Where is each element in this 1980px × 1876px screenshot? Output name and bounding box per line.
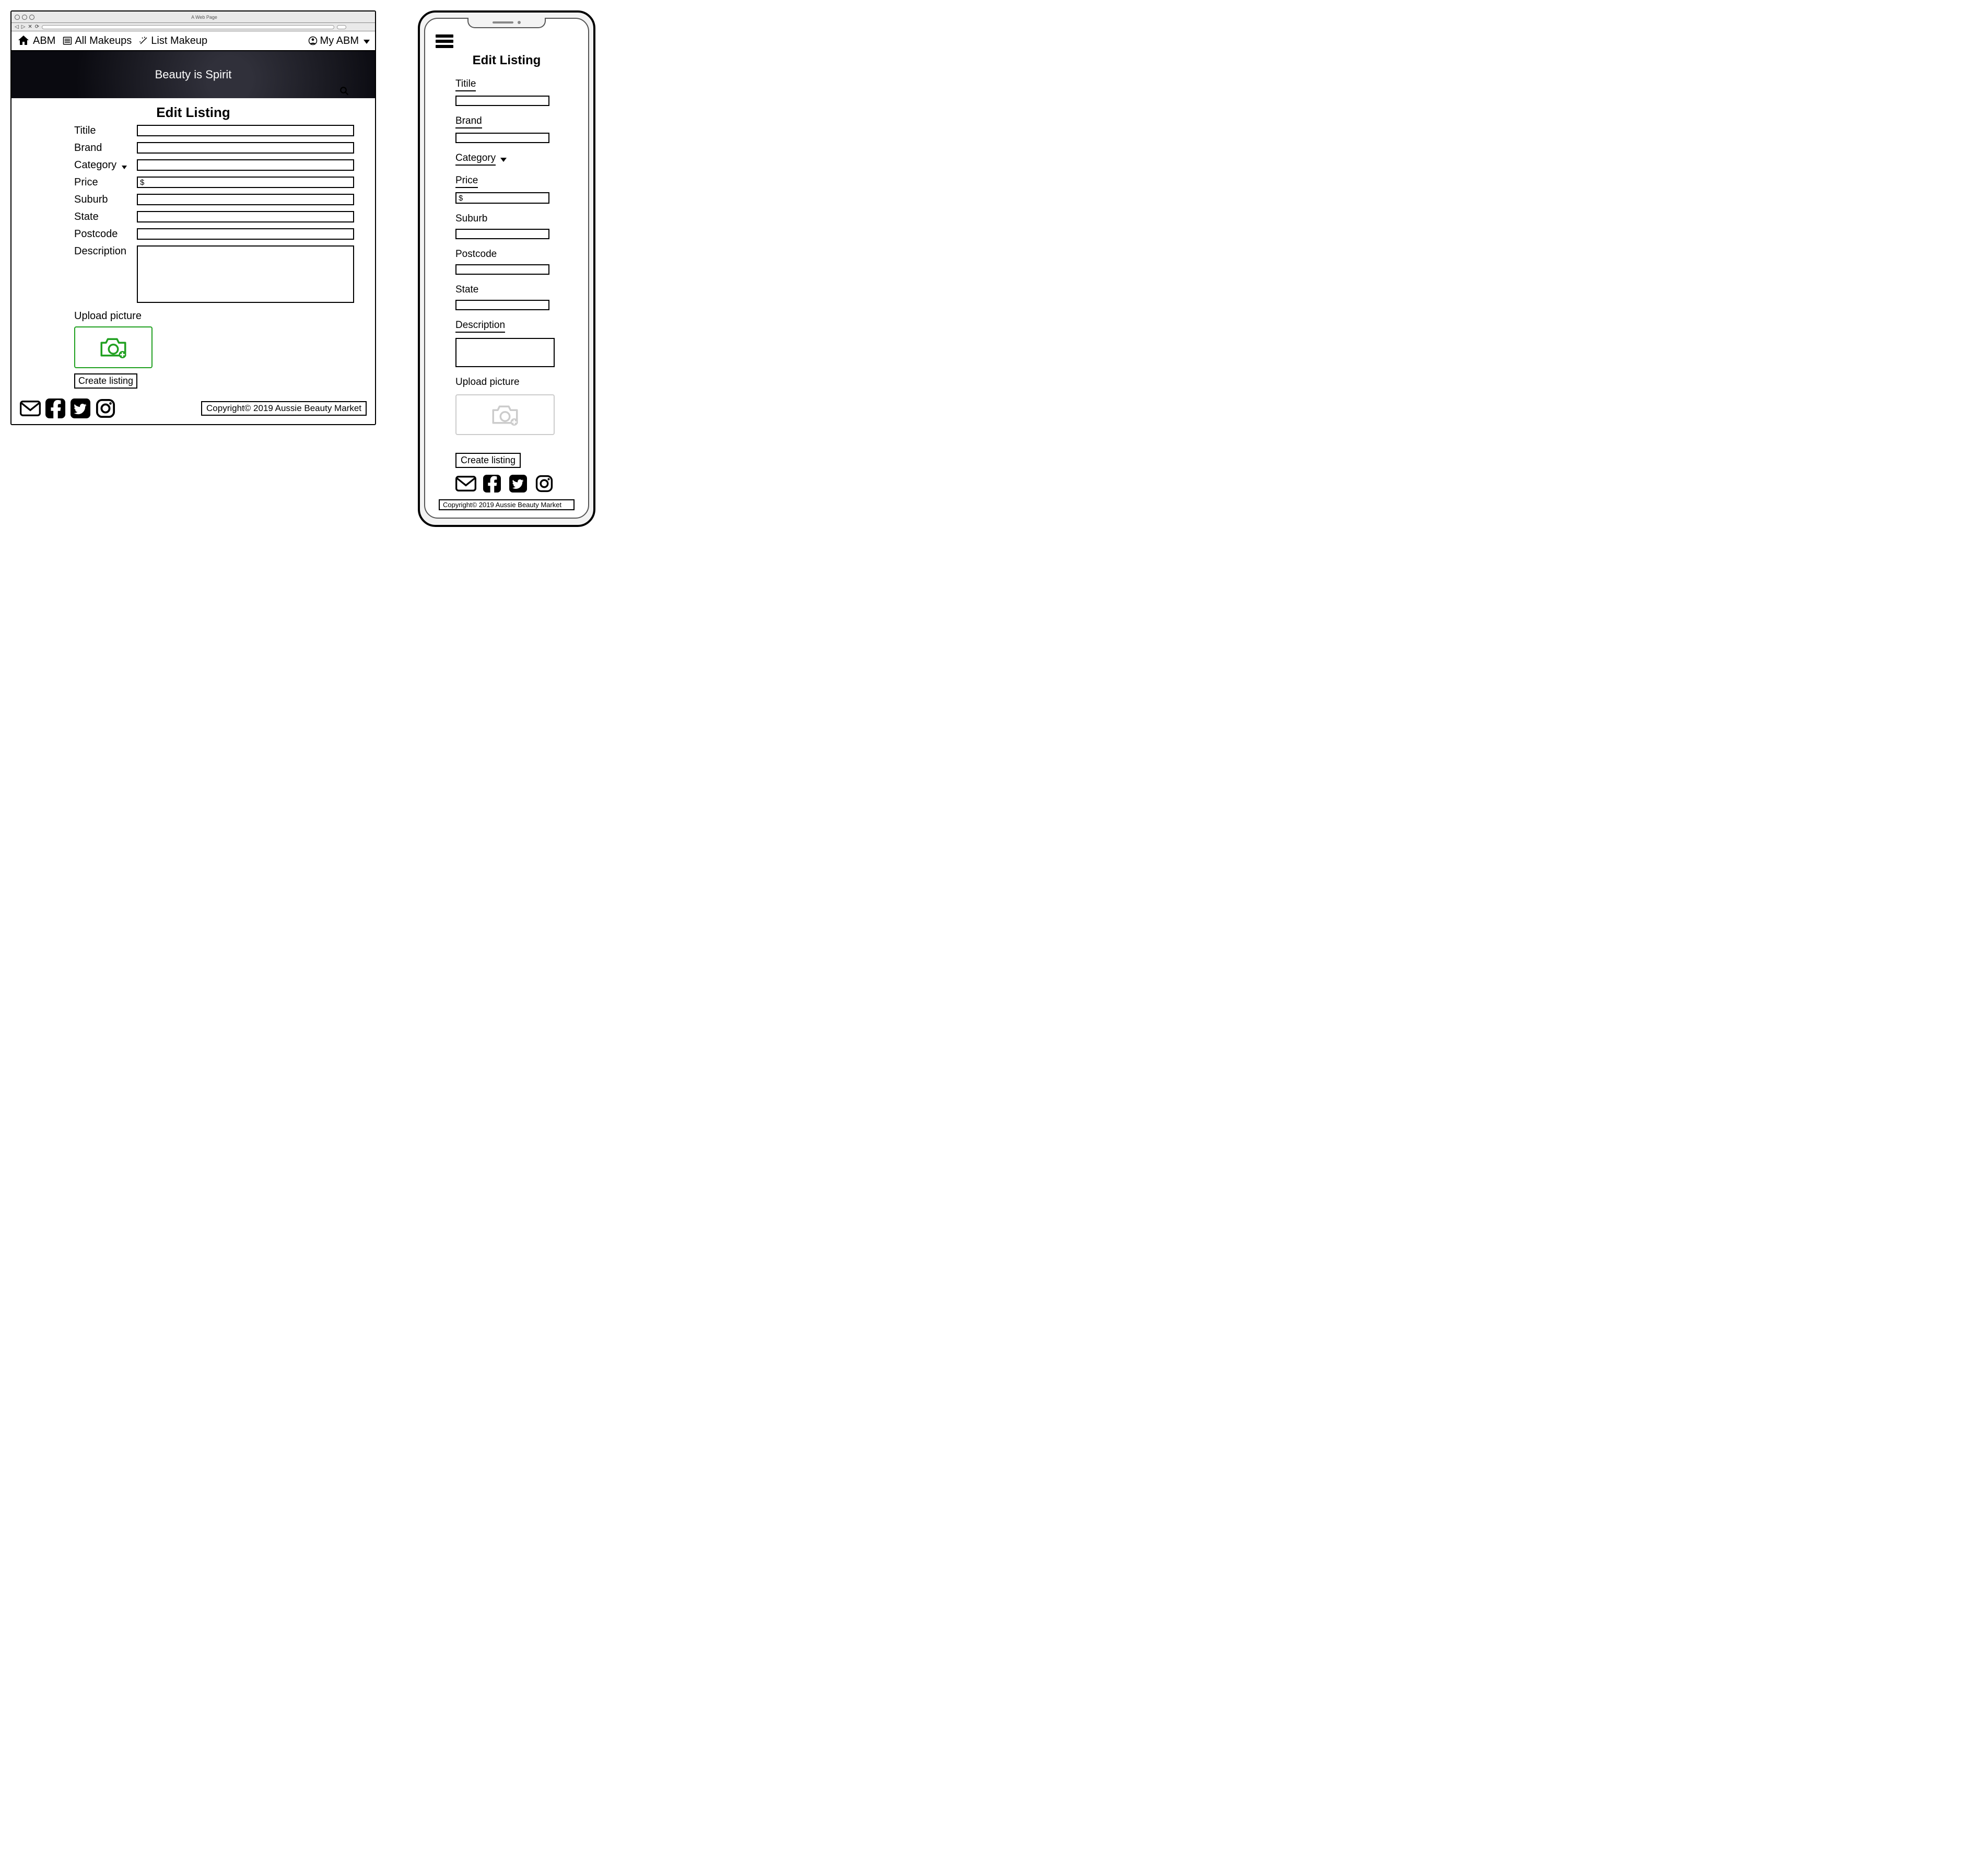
price-label: Price: [74, 177, 137, 189]
postcode-label: Postcode: [74, 228, 137, 240]
page-title: Edit Listing: [11, 98, 375, 125]
twitter-icon[interactable]: [508, 473, 529, 494]
description-label: Description: [74, 245, 137, 257]
price-prefix: $: [140, 178, 144, 187]
m-category-label[interactable]: Category: [455, 153, 496, 166]
list-icon: [63, 36, 72, 45]
instagram-icon[interactable]: [534, 473, 555, 494]
title-input[interactable]: [137, 125, 354, 136]
m-price-label: Price: [455, 175, 478, 188]
camera-add-icon: [99, 336, 128, 359]
m-description-label: Description: [455, 320, 505, 333]
edit-listing-form: Titile Brand Category Price $: [11, 125, 375, 394]
suburb-label: Suburb: [74, 194, 137, 206]
m-upload-label: Upload picture: [455, 377, 520, 388]
nav-home-label: ABM: [33, 35, 55, 47]
search-icon[interactable]: [339, 86, 349, 96]
banner-text: Beauty is Spirit: [155, 68, 232, 81]
m-state-label: State: [455, 284, 478, 296]
wand-icon: [139, 36, 148, 45]
nav-my-abm-label: My ABM: [320, 35, 359, 47]
postcode-input[interactable]: [137, 228, 354, 240]
category-input[interactable]: [137, 159, 354, 171]
upload-label: Upload picture: [74, 310, 354, 322]
nav-my-abm[interactable]: My ABM: [308, 35, 370, 47]
facebook-icon[interactable]: [45, 398, 66, 419]
upload-picture-button[interactable]: [74, 326, 153, 368]
phone-notch: [467, 18, 546, 28]
nav-all-makeups[interactable]: All Makeups: [63, 35, 132, 47]
banner: Beauty is Spirit: [11, 51, 375, 98]
m-suburb-label: Suburb: [455, 213, 487, 225]
camera-add-icon: [490, 403, 520, 426]
suburb-input[interactable]: [137, 194, 354, 205]
nav-fwd-icon[interactable]: ▷: [21, 24, 26, 30]
window-button[interactable]: [22, 15, 27, 20]
caret-down-icon: [500, 158, 507, 162]
m-suburb-input[interactable]: [455, 229, 549, 239]
twitter-icon[interactable]: [70, 398, 91, 419]
social-links: [20, 398, 116, 419]
email-icon[interactable]: [20, 398, 41, 419]
mobile-page-title: Edit Listing: [436, 53, 578, 68]
m-social-links: [455, 473, 578, 494]
nav-list-makeup-label: List Makeup: [151, 35, 207, 47]
price-input[interactable]: $: [137, 177, 354, 188]
caret-down-icon: [364, 40, 370, 44]
m-title-label: Titile: [455, 78, 476, 91]
state-label: State: [74, 211, 137, 223]
navbar: ABM All Makeups List Makeup My ABM: [11, 31, 375, 51]
m-copyright: Copyright© 2019 Aussie Beauty Market: [439, 499, 575, 510]
browser-tab-title: A Web Page: [37, 15, 372, 20]
m-brand-label: Brand: [455, 115, 482, 128]
browser-titlebar: A Web Page: [11, 11, 375, 23]
m-category-label-text: Category: [455, 153, 496, 163]
user-circle-icon: [308, 36, 318, 45]
copyright: Copyright© 2019 Aussie Beauty Market: [201, 401, 367, 416]
browser-toolbar: ◁ ▷ ✕ ⟳: [11, 23, 375, 31]
m-upload-button[interactable]: [455, 394, 555, 435]
window-button[interactable]: [29, 15, 34, 20]
state-input[interactable]: [137, 211, 354, 222]
m-postcode-label: Postcode: [455, 249, 497, 260]
brand-input[interactable]: [137, 142, 354, 154]
title-label: Titile: [74, 125, 137, 137]
category-label-text: Category: [74, 159, 116, 171]
footer: Copyright© 2019 Aussie Beauty Market: [11, 394, 375, 424]
price-prefix: $: [459, 194, 463, 203]
home-icon: [17, 34, 30, 47]
browser-window: A Web Page ◁ ▷ ✕ ⟳ ABM All Makeups List …: [10, 10, 376, 425]
email-icon[interactable]: [455, 473, 476, 494]
phone-frame: Edit Listing Titile Brand Category Price…: [418, 10, 595, 527]
nav-stop-icon[interactable]: ✕: [28, 24, 32, 30]
m-state-input[interactable]: [455, 300, 549, 310]
nav-reload-icon[interactable]: ⟳: [35, 24, 39, 30]
caret-down-icon: [122, 166, 127, 169]
brand-label: Brand: [74, 142, 137, 154]
nav-all-makeups-label: All Makeups: [75, 35, 132, 47]
browser-search[interactable]: [337, 25, 346, 29]
m-brand-input[interactable]: [455, 133, 549, 143]
m-postcode-input[interactable]: [455, 264, 549, 275]
create-listing-button[interactable]: Create listing: [74, 373, 137, 389]
nav-list-makeup[interactable]: List Makeup: [139, 35, 207, 47]
m-price-input[interactable]: $: [455, 192, 549, 204]
instagram-icon[interactable]: [95, 398, 116, 419]
m-title-input[interactable]: [455, 96, 549, 106]
m-create-listing-button[interactable]: Create listing: [455, 453, 521, 468]
facebook-icon[interactable]: [482, 473, 502, 494]
category-label[interactable]: Category: [74, 159, 137, 171]
description-input[interactable]: [137, 245, 354, 303]
address-bar[interactable]: [42, 25, 334, 29]
nav-home[interactable]: ABM: [17, 34, 55, 47]
phone-screen: Edit Listing Titile Brand Category Price…: [424, 18, 589, 519]
nav-back-icon[interactable]: ◁: [15, 24, 19, 30]
hamburger-menu-button[interactable]: [436, 34, 453, 48]
window-button[interactable]: [15, 15, 20, 20]
m-description-input[interactable]: [455, 338, 555, 367]
